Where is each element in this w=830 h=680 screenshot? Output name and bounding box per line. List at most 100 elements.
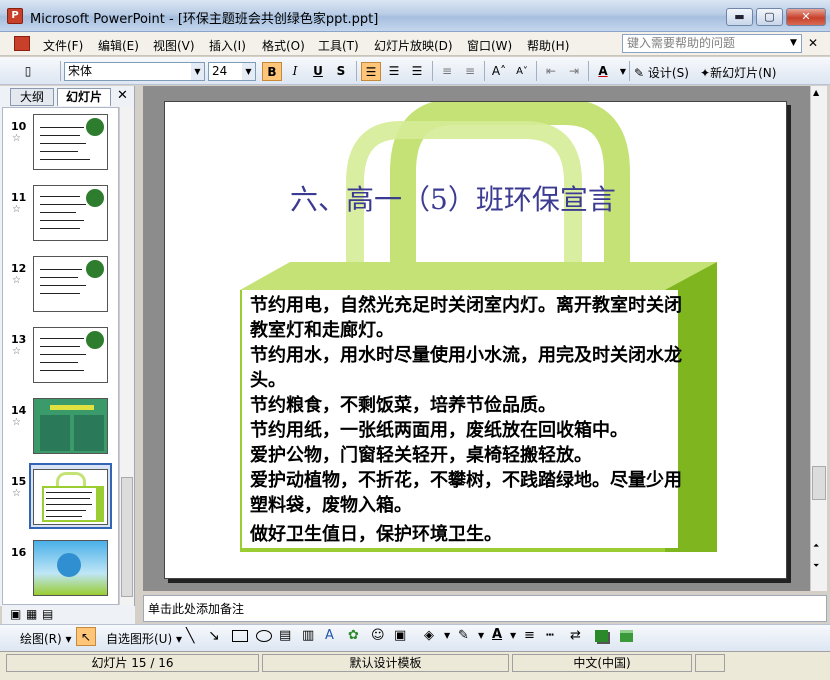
slideshow-view-icon[interactable]: ▤	[42, 607, 53, 621]
align-right-icon[interactable]: ☰	[407, 62, 427, 81]
minimize-button[interactable]: ▬	[726, 8, 753, 26]
menu-help[interactable]: 帮助(H)	[527, 37, 569, 54]
slide-thumbnail-14[interactable]	[33, 398, 108, 454]
chevron-down-icon[interactable]: ▼	[242, 63, 255, 80]
font-name-select[interactable]: 宋体 ▼	[64, 62, 205, 81]
line-style-icon[interactable]: ≡	[524, 628, 535, 643]
slide-number: 13	[11, 333, 27, 346]
menu-view[interactable]: 视图(V)	[153, 37, 195, 54]
slide-thumbnail-13[interactable]	[33, 327, 108, 383]
slide-scrollbar[interactable]: ▲ ⏶ ⏷	[810, 86, 827, 591]
slide-thumbnail-15[interactable]	[33, 469, 108, 525]
thumbnail-scrollbar[interactable]	[119, 107, 134, 605]
slide-thumbnail-12[interactable]	[33, 256, 108, 312]
diagram-icon[interactable]: ✿	[348, 628, 359, 643]
close-window-button[interactable]: ✕	[786, 8, 826, 26]
textbox-tool-icon[interactable]: ▤	[279, 628, 291, 643]
font-size-select[interactable]: 24 ▼	[208, 62, 256, 81]
bold-button[interactable]: B	[262, 62, 282, 81]
line-tool-icon[interactable]: ╲	[186, 628, 194, 644]
status-extra-cell	[695, 654, 725, 672]
rectangle-tool-icon[interactable]	[232, 630, 248, 642]
underline-button[interactable]: U	[308, 62, 328, 81]
next-slide-icon[interactable]: ⏷	[813, 561, 819, 571]
new-document-icon[interactable]: ▯	[18, 62, 38, 81]
font-color-icon[interactable]: A	[593, 62, 613, 81]
powerpoint-app-icon[interactable]: P	[7, 8, 23, 24]
close-pane-icon[interactable]: ✕	[117, 88, 128, 103]
animation-star-icon: ☆	[12, 275, 21, 286]
increase-font-icon[interactable]: A˄	[489, 62, 509, 81]
menu-format[interactable]: 格式(O)	[262, 37, 305, 54]
maximize-button[interactable]: ▢	[756, 8, 783, 26]
shadow-style-icon[interactable]	[595, 630, 608, 642]
decrease-indent-icon[interactable]: ⇤	[541, 62, 561, 81]
slide-sorter-icon[interactable]: ▦	[26, 607, 37, 621]
italic-button[interactable]: I	[285, 62, 305, 81]
line-color-icon[interactable]: ✎	[458, 628, 469, 643]
normal-view-icon[interactable]: ▣	[10, 607, 21, 621]
menu-slideshow[interactable]: 幻灯片放映(D)	[374, 37, 453, 54]
globe-icon	[86, 331, 104, 349]
new-slide-button[interactable]: ✦新幻灯片(N)	[700, 64, 776, 81]
font-name-value: 宋体	[68, 64, 93, 78]
oval-tool-icon[interactable]	[256, 630, 272, 642]
align-center-icon[interactable]: ☰	[384, 62, 404, 81]
arrow-style-icon[interactable]: ⇄	[570, 628, 581, 643]
slide-body-text[interactable]: 节约用电，自然光充足时关闭室内灯。离开教室时关闭教室灯和走廊灯。 节约用水，用水…	[250, 293, 690, 547]
close-document-icon[interactable]: ✕	[808, 36, 818, 50]
numbering-icon[interactable]: ≡	[437, 62, 457, 81]
tab-outline[interactable]: 大纲	[10, 88, 54, 106]
draw-menu-button[interactable]: 绘图(R) ▾	[20, 630, 72, 647]
view-switcher: ▣ ▦ ▤	[2, 606, 135, 624]
menu-window[interactable]: 窗口(W)	[467, 37, 512, 54]
clipart-icon[interactable]: ☺	[371, 628, 385, 643]
chevron-down-icon[interactable]: ▼	[510, 631, 516, 640]
body-line: 爱护动植物，不折花，不攀树，不践踏绿地。尽量少用塑料袋，废物入箱。	[250, 470, 682, 516]
menu-insert[interactable]: 插入(I)	[209, 37, 246, 54]
previous-slide-icon[interactable]: ⏶	[813, 541, 819, 551]
menu-tools[interactable]: 工具(T)	[318, 37, 359, 54]
vertical-textbox-icon[interactable]: ▥	[302, 628, 314, 643]
body-line: 节约用电，自然光充足时关闭室内灯。离开教室时关闭教室灯和走廊灯。	[250, 295, 682, 341]
text-color-icon[interactable]: A	[492, 627, 502, 642]
globe-icon	[86, 260, 104, 278]
menu-file[interactable]: 文件(F)	[43, 37, 83, 54]
slide-number: 11	[11, 191, 27, 204]
select-pointer-icon[interactable]: ↖	[76, 627, 96, 646]
chevron-down-icon[interactable]: ▼	[478, 631, 484, 640]
wordart-icon[interactable]: A	[325, 628, 334, 643]
decrease-font-icon[interactable]: A˅	[512, 62, 532, 81]
align-left-icon[interactable]: ☰	[361, 62, 381, 81]
3d-style-icon[interactable]	[620, 630, 633, 642]
bullets-icon[interactable]: ≡	[460, 62, 480, 81]
autoshapes-menu-button[interactable]: 自选图形(U) ▾	[106, 630, 182, 647]
slide-number: 12	[11, 262, 27, 275]
chevron-down-icon[interactable]: ▼	[613, 62, 633, 81]
slide-number: 14	[11, 404, 27, 417]
menu-edit[interactable]: 编辑(E)	[98, 37, 139, 54]
increase-indent-icon[interactable]: ⇥	[564, 62, 584, 81]
tab-slides[interactable]: 幻灯片	[57, 88, 111, 106]
chevron-down-icon[interactable]: ▼	[444, 631, 450, 640]
design-button[interactable]: ✎ 设计(S)	[634, 64, 689, 81]
arrow-tool-icon[interactable]: ↘	[208, 628, 220, 644]
help-dropdown-icon[interactable]: ▼	[790, 38, 797, 48]
slide-thumbnail-list: 10 ☆ 11 ☆ 12 ☆ 13 ☆ 14 ☆ 15 ☆ 16	[2, 107, 119, 605]
document-icon[interactable]	[14, 36, 30, 51]
shadow-button[interactable]: S	[331, 62, 351, 81]
picture-icon[interactable]: ▣	[394, 628, 406, 643]
slide-thumbnail-16[interactable]	[33, 540, 108, 596]
scrollbar-thumb[interactable]	[812, 466, 826, 500]
slide-title[interactable]: 六、高一（5）班环保宣言	[290, 178, 616, 218]
notes-input[interactable]: 单击此处添加备注	[143, 595, 827, 622]
slide-thumbnail-11[interactable]	[33, 185, 108, 241]
fill-color-icon[interactable]: ◈	[424, 628, 434, 643]
slide-thumbnail-10[interactable]	[33, 114, 108, 170]
help-search-input[interactable]: 键入需要帮助的问题	[622, 34, 802, 53]
toolbar-separator	[356, 61, 357, 81]
scrollbar-thumb[interactable]	[121, 477, 133, 597]
scroll-up-icon[interactable]: ▲	[813, 88, 819, 97]
dash-style-icon[interactable]: ┅	[546, 628, 554, 643]
chevron-down-icon[interactable]: ▼	[191, 63, 204, 80]
